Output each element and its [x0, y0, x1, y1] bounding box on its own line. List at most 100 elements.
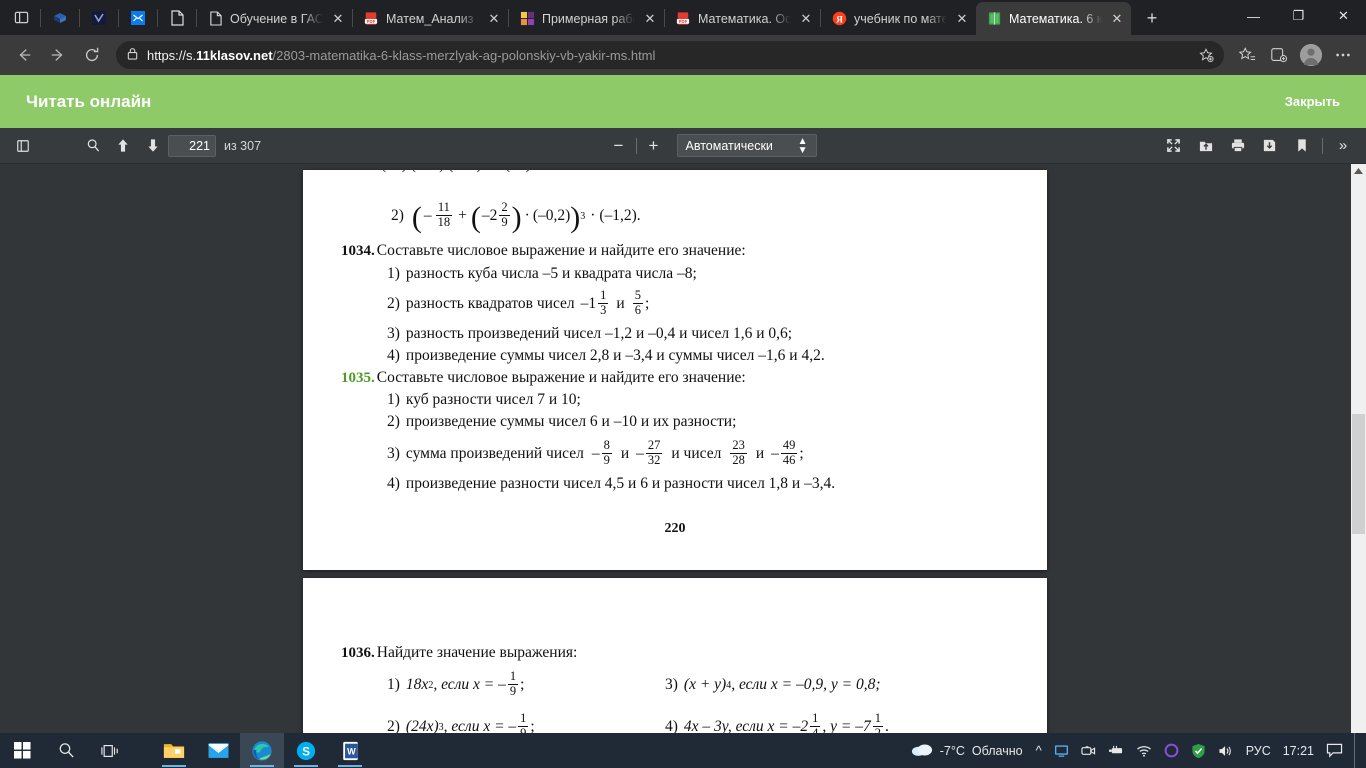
- browser-tab-3[interactable]: Примерная рабо ✕: [509, 2, 664, 35]
- address-bar[interactable]: https://s.11klasov.net/2803-matematika-6…: [116, 41, 1224, 69]
- windows-start-icon[interactable]: [0, 733, 44, 768]
- settings-more-icon[interactable]: [1328, 40, 1358, 70]
- system-tray: -7°C Облачно ^ РУС 17:21: [905, 733, 1366, 768]
- collections-icon[interactable]: [41, 0, 79, 35]
- wifi-icon[interactable]: [1131, 733, 1157, 768]
- language-indicator[interactable]: РУС: [1241, 733, 1276, 768]
- denominator: 3: [598, 302, 609, 317]
- presentation-mode-icon[interactable]: [1159, 132, 1189, 160]
- web-page-content: Читать онлайн Закрыть 221 из 307 − + Авт…: [0, 75, 1366, 768]
- tab-label: Матем_Анализ со: [386, 11, 479, 26]
- fraction-8-9: 8 9: [601, 438, 612, 467]
- browser-tab-6-active[interactable]: Математика. 6 кл ✕: [976, 2, 1131, 35]
- task-view-icon[interactable]: [88, 733, 132, 768]
- sidebar-toggle-icon[interactable]: [8, 132, 38, 160]
- denominator: 6: [632, 302, 643, 317]
- pdf-vertical-scrollbar[interactable]: [1351, 164, 1366, 768]
- circle-icon[interactable]: [1159, 733, 1184, 768]
- scrollbar-up-arrow[interactable]: [1354, 168, 1363, 174]
- favorites-icon[interactable]: [1232, 40, 1262, 70]
- banner-close-link[interactable]: Закрыть: [1285, 94, 1340, 109]
- close-icon[interactable]: ✕: [1109, 11, 1125, 27]
- zoom-in-button[interactable]: +: [639, 132, 669, 160]
- url-scheme: https://: [147, 47, 187, 63]
- zoom-out-button[interactable]: −: [604, 132, 634, 160]
- forward-arrow-icon[interactable]: [42, 39, 74, 71]
- mixed-integer: 2: [489, 207, 498, 224]
- more-tools-icon[interactable]: »: [1328, 132, 1358, 160]
- back-arrow-icon[interactable]: [8, 39, 40, 71]
- fraction-23-28: 23 28: [730, 438, 747, 467]
- profile-avatar-icon[interactable]: [1296, 40, 1326, 70]
- close-icon[interactable]: ✕: [486, 11, 502, 27]
- tray-expand-button[interactable]: ^: [1031, 733, 1047, 768]
- up-arrow-icon[interactable]: [108, 132, 138, 160]
- numerator: 1: [874, 711, 881, 725]
- zoom-controls: − + Автоматически ▲ ▼: [604, 132, 817, 160]
- defender-shield-icon[interactable]: [1186, 733, 1211, 768]
- document-icon[interactable]: [158, 0, 196, 35]
- camera-icon[interactable]: [1076, 733, 1101, 768]
- show-desktop-button[interactable]: [1354, 733, 1362, 768]
- page-number-input[interactable]: 221: [168, 134, 216, 157]
- weather-widget[interactable]: -7°C Облачно: [905, 742, 1029, 760]
- search-icon[interactable]: [44, 733, 88, 768]
- open-paren-inner: (: [470, 201, 481, 234]
- close-icon[interactable]: ✕: [642, 11, 658, 27]
- conjunction-1: и: [620, 445, 630, 462]
- v-checkmark-icon[interactable]: [80, 0, 118, 35]
- url-path: /2803-matematika-6-klass-merzlyak-ag-pol…: [272, 47, 656, 63]
- bookmark-icon[interactable]: [1287, 132, 1317, 160]
- browser-tab-2[interactable]: PDF Матем_Анализ со ✕: [353, 2, 508, 35]
- collections-icon[interactable]: [1264, 40, 1294, 70]
- green-book-icon: [986, 11, 1002, 27]
- clock[interactable]: 17:21: [1278, 733, 1319, 768]
- edge-browser-icon[interactable]: [240, 733, 284, 768]
- item-text-mid: , если x = –: [433, 676, 506, 693]
- close-window-button[interactable]: ✕: [1321, 0, 1366, 32]
- item-marker: 3): [387, 325, 400, 342]
- add-favorite-icon[interactable]: [1198, 47, 1214, 63]
- monitor-icon[interactable]: [1049, 733, 1074, 768]
- reload-icon[interactable]: [76, 39, 108, 71]
- factor: (–0,2): [532, 207, 571, 224]
- url-host-prefix: s.: [186, 47, 197, 63]
- restore-button[interactable]: ❐: [1276, 0, 1321, 32]
- close-icon[interactable]: ✕: [330, 11, 346, 27]
- word-icon[interactable]: W: [328, 733, 372, 768]
- mail-icon[interactable]: [196, 733, 240, 768]
- browser-tab-4[interactable]: PDF Математика. Осн ✕: [665, 2, 820, 35]
- zoom-level-value: Автоматически: [685, 138, 773, 153]
- print-icon[interactable]: [1223, 132, 1253, 160]
- cloud-icon: [911, 742, 933, 760]
- browser-tab-5[interactable]: Я учебник по мате ✕: [821, 2, 976, 35]
- minimize-button[interactable]: —: [1231, 0, 1276, 32]
- search-icon[interactable]: [78, 132, 108, 160]
- lock-icon: [126, 47, 139, 63]
- notification-icon[interactable]: [1321, 733, 1348, 768]
- sidebar-icon[interactable]: [2, 0, 40, 35]
- tab-label: учебник по мате: [854, 11, 947, 26]
- fraction-49-46: 49 46: [780, 438, 798, 467]
- clipped-expression-row: ( 8 ) ( 51 ) ( 42 ) 13 ( 3 ): [381, 170, 531, 174]
- save-download-icon[interactable]: [1255, 132, 1285, 160]
- open-paren: (: [411, 201, 422, 234]
- down-arrow-icon[interactable]: [138, 132, 168, 160]
- volume-icon[interactable]: [1213, 733, 1239, 768]
- exercise-1036-item-1: 1) 18x 2 , если x = – 1 9 ;: [387, 668, 665, 702]
- usb-device-icon[interactable]: [1103, 733, 1129, 768]
- zoom-level-select[interactable]: Автоматически ▲ ▼: [676, 134, 817, 157]
- open-file-icon[interactable]: [1191, 132, 1221, 160]
- numerator: 8: [603, 438, 610, 452]
- skype-icon[interactable]: S: [284, 733, 328, 768]
- pdf-document-area[interactable]: ( 8 ) ( 51 ) ( 42 ) 13 ( 3 ) 2) ( – 11 1…: [0, 164, 1366, 768]
- numerator: 27: [647, 438, 661, 452]
- close-icon[interactable]: ✕: [954, 11, 970, 27]
- new-tab-button[interactable]: +: [1137, 3, 1167, 33]
- close-icon[interactable]: ✕: [798, 11, 814, 27]
- exercise-1034-item-4: 4) произведение суммы чисел 2,8 и –3,4 и…: [341, 347, 1009, 365]
- browser-tab-1[interactable]: Обучение в ГАОУ ✕: [197, 2, 352, 35]
- scrollbar-thumb[interactable]: [1352, 414, 1365, 534]
- file-explorer-icon[interactable]: [152, 733, 196, 768]
- mail-blue-icon[interactable]: [119, 0, 157, 35]
